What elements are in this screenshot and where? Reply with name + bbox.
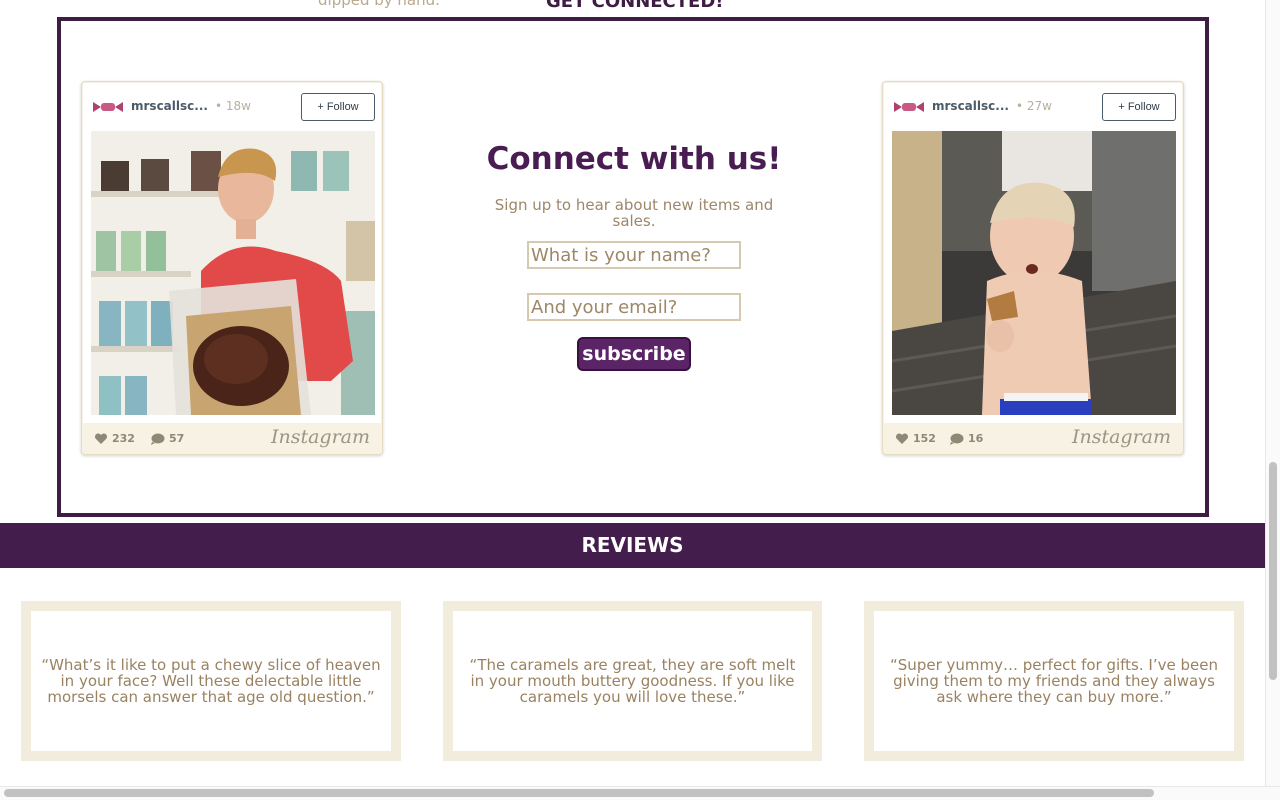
review-quote: “Super yummy… perfect for gifts. I’ve be… bbox=[890, 656, 1218, 706]
name-input[interactable] bbox=[527, 241, 741, 269]
photo-illustration bbox=[892, 131, 1176, 415]
instagram-photo-child-eating[interactable] bbox=[892, 131, 1176, 415]
review-paper: “Super yummy… perfect for gifts. I’ve be… bbox=[874, 611, 1234, 751]
reviews-heading: REVIEWS bbox=[0, 523, 1265, 568]
connect-section: mrscallsc... • 18w + Follow 232 57 Insta… bbox=[57, 17, 1209, 517]
review-paper: “The caramels are great, they are soft m… bbox=[453, 611, 812, 751]
connect-subtitle: Sign up to hear about new items and sale… bbox=[494, 196, 774, 230]
heart-icon bbox=[94, 433, 108, 444]
instagram-post-age: • 18w bbox=[215, 99, 251, 113]
instagram-wordmark[interactable]: Instagram bbox=[271, 426, 370, 448]
comments-count[interactable]: 16 bbox=[949, 432, 983, 445]
comments-value: 57 bbox=[169, 432, 185, 445]
newsletter-form: Connect with us! Sign up to hear about n… bbox=[481, 141, 787, 371]
instagram-post-footer: 232 57 Instagram bbox=[82, 422, 382, 455]
follow-button[interactable]: + Follow bbox=[1102, 93, 1176, 121]
horizontal-scrollbar-thumb[interactable] bbox=[4, 789, 1154, 797]
instagram-post-footer: 152 16 Instagram bbox=[883, 422, 1183, 455]
likes-count[interactable]: 232 bbox=[94, 432, 135, 445]
previous-section-edge: dipped by hand. GET CONNECTED! bbox=[0, 0, 1265, 12]
vertical-scrollbar-thumb[interactable] bbox=[1269, 462, 1277, 680]
likes-count[interactable]: 152 bbox=[895, 432, 936, 445]
email-input[interactable] bbox=[527, 293, 741, 321]
review-paper: “What’s it like to put a chewy slice of … bbox=[31, 611, 391, 751]
comments-count[interactable]: 57 bbox=[150, 432, 184, 445]
comment-icon bbox=[950, 433, 964, 445]
instagram-photo-man-with-box[interactable] bbox=[91, 131, 375, 415]
instagram-username[interactable]: mrscallsc... bbox=[131, 99, 208, 113]
candy-logo-icon bbox=[894, 102, 924, 112]
instagram-post-body: mrscallsc... • 27w + Follow bbox=[884, 83, 1182, 423]
instagram-post-body: mrscallsc... • 18w + Follow bbox=[83, 83, 381, 423]
comments-value: 16 bbox=[968, 432, 984, 445]
instagram-post-card[interactable]: mrscallsc... • 18w + Follow 232 57 Insta… bbox=[81, 81, 383, 455]
comment-icon bbox=[151, 433, 165, 445]
review-quote: “The caramels are great, they are soft m… bbox=[469, 656, 796, 706]
review-card: “Super yummy… perfect for gifts. I’ve be… bbox=[864, 601, 1244, 761]
likes-value: 152 bbox=[913, 432, 936, 445]
instagram-wordmark[interactable]: Instagram bbox=[1072, 426, 1171, 448]
review-card: “What’s it like to put a chewy slice of … bbox=[21, 601, 401, 761]
previous-section-text: dipped by hand. bbox=[318, 0, 440, 9]
subscribe-button[interactable]: subscribe bbox=[577, 337, 691, 371]
candy-logo-icon bbox=[93, 102, 123, 112]
follow-button[interactable]: + Follow bbox=[301, 93, 375, 121]
likes-value: 232 bbox=[112, 432, 135, 445]
instagram-username[interactable]: mrscallsc... bbox=[932, 99, 1009, 113]
photo-illustration bbox=[91, 131, 375, 415]
instagram-post-card[interactable]: mrscallsc... • 27w + Follow 152 16 Insta… bbox=[882, 81, 1184, 455]
instagram-post-age: • 27w bbox=[1016, 99, 1052, 113]
instagram-post-header: mrscallsc... • 27w + Follow bbox=[884, 83, 1182, 131]
review-card: “The caramels are great, they are soft m… bbox=[443, 601, 822, 761]
review-quote: “What’s it like to put a chewy slice of … bbox=[41, 656, 381, 706]
instagram-post-header: mrscallsc... • 18w + Follow bbox=[83, 83, 381, 131]
get-connected-heading: GET CONNECTED! bbox=[546, 0, 724, 12]
connect-title: Connect with us! bbox=[486, 141, 782, 177]
heart-icon bbox=[895, 433, 909, 444]
